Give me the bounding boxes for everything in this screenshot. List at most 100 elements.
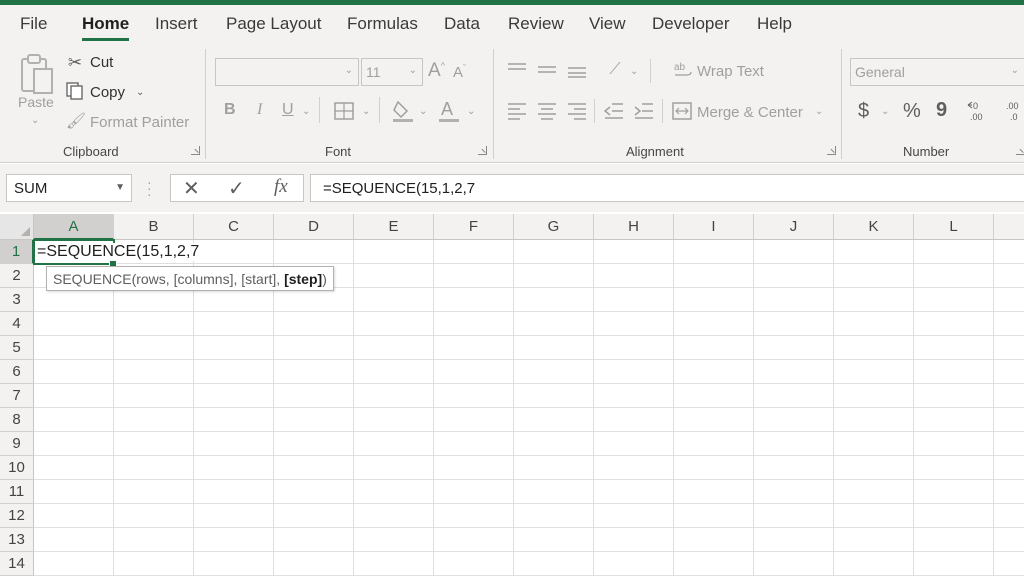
- row-header[interactable]: 2: [0, 264, 34, 288]
- align-center-icon[interactable]: [536, 101, 558, 121]
- align-left-icon[interactable]: [506, 101, 528, 121]
- borders-icon[interactable]: [333, 101, 355, 121]
- column-header[interactable]: H: [594, 214, 674, 240]
- font-size-combo[interactable]: 11 ⌄: [361, 58, 423, 86]
- gridline-vertical: [753, 240, 754, 576]
- merge-center-button[interactable]: Merge & Center: [697, 104, 803, 121]
- row-header[interactable]: 13: [0, 528, 34, 552]
- underline-chevron-icon[interactable]: ⌄: [302, 106, 310, 117]
- gridline-vertical: [353, 240, 354, 576]
- tab-formulas[interactable]: Formulas: [347, 14, 418, 34]
- format-painter-button[interactable]: Format Painter: [90, 114, 189, 131]
- tab-review[interactable]: Review: [508, 14, 564, 34]
- number-launcher-icon[interactable]: [1016, 146, 1024, 155]
- insert-function-icon[interactable]: fx: [274, 176, 288, 198]
- row-header[interactable]: 10: [0, 456, 34, 480]
- tab-page-layout[interactable]: Page Layout: [226, 14, 321, 34]
- tab-view[interactable]: View: [589, 14, 626, 34]
- row-header[interactable]: 14: [0, 552, 34, 576]
- tab-developer[interactable]: Developer: [652, 14, 730, 34]
- decrease-decimal-icon[interactable]: .00.0: [1000, 100, 1024, 122]
- column-header[interactable]: G: [514, 214, 594, 240]
- tab-help[interactable]: Help: [757, 14, 792, 34]
- formula-input[interactable]: =SEQUENCE(15,1,2,7: [310, 174, 1024, 202]
- number-format-value: General: [855, 64, 905, 80]
- shrink-font-icon[interactable]: Aˇ: [453, 63, 466, 81]
- column-header[interactable]: [994, 214, 1024, 240]
- paste-icon[interactable]: [17, 53, 57, 97]
- column-header[interactable]: F: [434, 214, 514, 240]
- row-header[interactable]: 6: [0, 360, 34, 384]
- chevron-down-icon[interactable]: ⌄: [31, 115, 39, 126]
- merge-chevron-icon[interactable]: ⌄: [815, 106, 823, 117]
- wrap-text-icon: ab: [673, 60, 693, 80]
- column-header[interactable]: E: [354, 214, 434, 240]
- row-header[interactable]: 12: [0, 504, 34, 528]
- middle-align-icon[interactable]: [536, 61, 558, 79]
- row-header[interactable]: 9: [0, 432, 34, 456]
- number-format-combo[interactable]: General ⌄: [850, 58, 1024, 86]
- bold-button[interactable]: B: [224, 101, 236, 119]
- function-tooltip[interactable]: SEQUENCE(rows, [columns], [start], [step…: [46, 266, 334, 291]
- row-header[interactable]: 1: [0, 240, 34, 264]
- percent-button[interactable]: %: [903, 100, 921, 123]
- align-right-icon[interactable]: [566, 101, 588, 121]
- font-name-combo[interactable]: ⌄: [215, 58, 359, 86]
- tab-insert[interactable]: Insert: [155, 14, 198, 34]
- tab-home[interactable]: Home: [82, 14, 130, 41]
- tab-data[interactable]: Data: [444, 14, 480, 34]
- active-cell-content[interactable]: =SEQUENCE(15,1,2,7: [37, 243, 202, 261]
- chevron-down-icon[interactable]: ▼: [115, 182, 125, 193]
- column-header[interactable]: J: [754, 214, 834, 240]
- orientation-chevron-icon[interactable]: ⌄: [630, 66, 638, 77]
- font-color-icon[interactable]: A: [438, 98, 460, 123]
- column-header[interactable]: D: [274, 214, 354, 240]
- cancel-icon[interactable]: ✕: [183, 176, 200, 201]
- column-header[interactable]: A: [34, 214, 114, 240]
- row-header[interactable]: 8: [0, 408, 34, 432]
- name-box[interactable]: SUM ▼: [6, 174, 132, 202]
- copy-button[interactable]: Copy: [90, 84, 125, 101]
- increase-indent-icon[interactable]: [633, 101, 655, 121]
- row-header[interactable]: 11: [0, 480, 34, 504]
- row-header[interactable]: 4: [0, 312, 34, 336]
- gridline-horizontal: [34, 431, 1024, 432]
- italic-button[interactable]: I: [257, 101, 262, 119]
- fill-color-icon[interactable]: [392, 99, 414, 123]
- clipboard-launcher-icon[interactable]: [191, 146, 200, 155]
- bottom-align-icon[interactable]: [566, 61, 588, 79]
- decrease-indent-icon[interactable]: [603, 101, 625, 121]
- column-header[interactable]: L: [914, 214, 994, 240]
- column-header[interactable]: C: [194, 214, 274, 240]
- copy-dropdown-chevron-icon[interactable]: ⌄: [136, 87, 144, 98]
- column-header[interactable]: K: [834, 214, 914, 240]
- grow-font-icon[interactable]: A^: [428, 60, 445, 82]
- fill-color-chevron-icon[interactable]: ⌄: [419, 106, 427, 117]
- column-header[interactable]: B: [114, 214, 194, 240]
- column-header[interactable]: I: [674, 214, 754, 240]
- row-header[interactable]: 5: [0, 336, 34, 360]
- enter-icon[interactable]: ✓: [228, 176, 245, 201]
- font-color-chevron-icon[interactable]: ⌄: [467, 106, 475, 117]
- worksheet-grid[interactable]: ABCDEFGHIJKL 1 2 3 4 5 6 7 8 9 10 11 12 13 14 =SEQUEN…: [0, 214, 1024, 576]
- wrap-text-button[interactable]: Wrap Text: [697, 63, 764, 80]
- underline-button[interactable]: U: [282, 101, 294, 119]
- paste-button[interactable]: Paste: [18, 94, 54, 110]
- merge-center-icon: [671, 101, 693, 121]
- currency-chevron-icon[interactable]: ⌄: [881, 106, 889, 117]
- currency-button[interactable]: $: [858, 100, 869, 123]
- orientation-icon[interactable]: ⟋: [603, 59, 627, 81]
- cut-button[interactable]: Cut: [90, 54, 113, 71]
- vertical-dots-icon[interactable]: · · ·: [147, 175, 152, 201]
- font-launcher-icon[interactable]: [478, 146, 487, 155]
- row-header[interactable]: 7: [0, 384, 34, 408]
- comma-style-button[interactable]: 9: [936, 99, 947, 122]
- select-all-button[interactable]: [0, 214, 34, 240]
- top-align-icon[interactable]: [506, 61, 528, 79]
- increase-decimal-icon[interactable]: 0.00: [967, 100, 993, 122]
- alignment-launcher-icon[interactable]: [827, 146, 836, 155]
- tab-file[interactable]: File: [20, 14, 47, 34]
- borders-chevron-icon[interactable]: ⌄: [362, 106, 370, 117]
- row-header[interactable]: 3: [0, 288, 34, 312]
- font-group-label: Font: [325, 144, 352, 159]
